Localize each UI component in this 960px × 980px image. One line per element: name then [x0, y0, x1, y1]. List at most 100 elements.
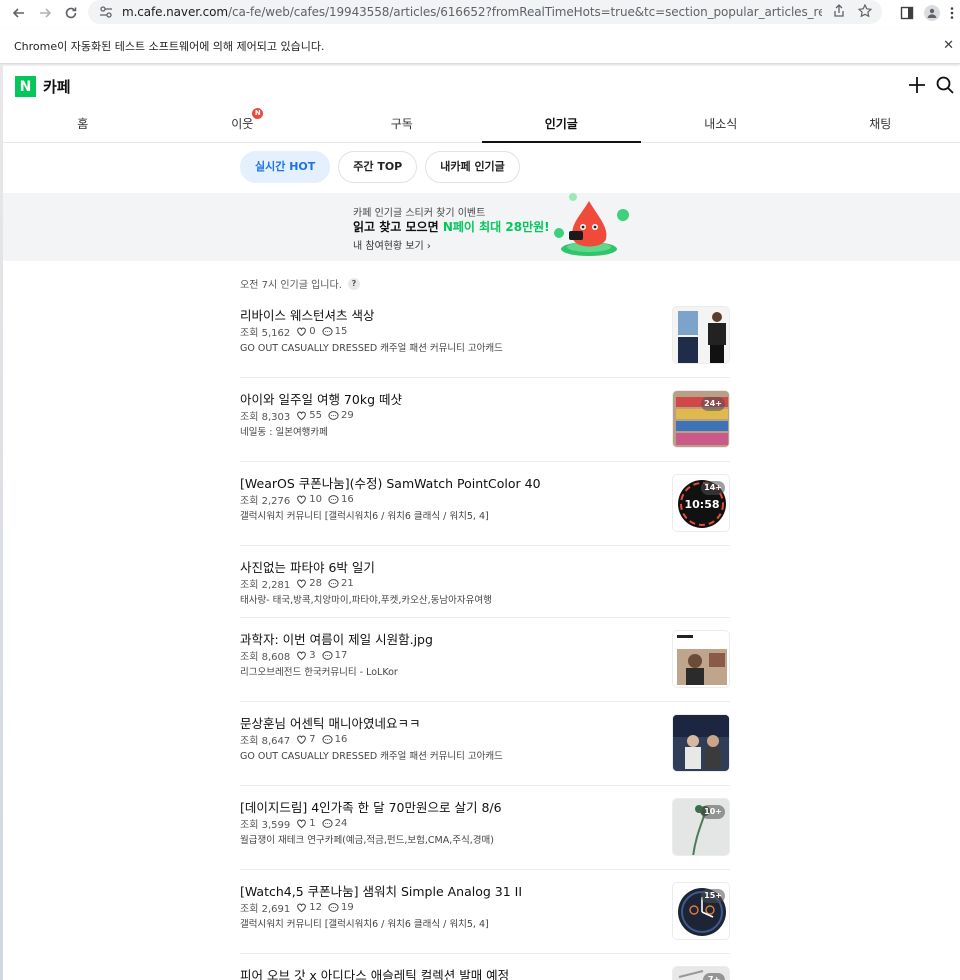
new-badge: N [252, 108, 264, 119]
post-thumbnail[interactable]: 15+ [672, 882, 730, 940]
chip-weekly-top[interactable]: 주간 TOP [338, 151, 418, 183]
back-button[interactable] [6, 0, 32, 26]
site-info-icon[interactable] [98, 4, 114, 20]
comment-count: 19 [340, 902, 354, 913]
view-count: 조회 3,599 [240, 820, 291, 831]
post-thumbnail[interactable] [672, 306, 730, 364]
browser-right-icons [900, 0, 954, 26]
banner-headline-a: 읽고 찾고 모으면 [353, 220, 443, 234]
share-icon[interactable] [832, 4, 846, 18]
naver-logo[interactable]: N [15, 76, 36, 97]
search-icon[interactable] [935, 75, 955, 95]
reload-icon [65, 7, 77, 19]
help-icon[interactable]: ? [347, 277, 360, 290]
url-host: m.cafe.naver.com [122, 5, 228, 19]
tab-my-news[interactable]: 내소식 [641, 106, 801, 142]
view-count: 조회 2,691 [240, 904, 291, 915]
post-thumbnail[interactable] [672, 714, 730, 772]
comment-icon [322, 651, 333, 660]
post-title[interactable]: 문상훈님 어센틱 매니아였네요ㅋㅋ [240, 713, 420, 732]
view-count: 조회 5,162 [240, 328, 291, 339]
post-item[interactable]: [WearOS 쿠폰나눔](수정) SamWatch PointColor 40… [240, 462, 730, 546]
post-thumbnail[interactable]: 24+ [672, 390, 730, 448]
post-title[interactable]: [WearOS 쿠폰나눔](수정) SamWatch PointColor 40 [240, 473, 541, 492]
banner-headline: 읽고 찾고 모으면 N페이 최대 28만원! [353, 218, 550, 235]
view-count: 조회 8,647 [240, 736, 291, 747]
cafe-header: N 카페 [3, 66, 960, 106]
cafe-name[interactable]: 갤럭시워치 커뮤니티 [갤럭시워치6 / 워치6 클래식 / 워치5, 4] [240, 508, 489, 522]
forward-button[interactable] [32, 0, 58, 26]
post-title[interactable]: [데이지드림] 4인가족 한 달 70만원으로 살기 8/6 [240, 797, 502, 816]
post-stats: 조회 2,281 28 21 [240, 576, 354, 591]
post-item[interactable]: 아이와 일주일 여행 70kg 떼샷 조회 8,303 55 29 네일동 : … [240, 378, 730, 462]
tab-popular[interactable]: 인기글 [481, 106, 642, 143]
address-bar[interactable]: m.cafe.naver.com/ca-fe/web/cafes/1994355… [88, 0, 882, 24]
svg-text:10:58: 10:58 [684, 498, 719, 511]
comment-icon [328, 411, 339, 420]
side-panel-icon[interactable] [900, 6, 914, 20]
tab-chat[interactable]: 채팅 [801, 106, 960, 142]
profile-avatar[interactable] [924, 5, 940, 21]
cafe-name[interactable]: 네일동 : 일본여행카페 [240, 424, 328, 438]
plus-icon[interactable] [907, 75, 927, 95]
tab-neighbors[interactable]: 이웃 N [163, 106, 323, 142]
heart-icon [297, 411, 307, 421]
cafe-name[interactable]: GO OUT CASUALLY DRESSED 캐주얼 패션 커뮤니티 고아캐드 [240, 340, 503, 354]
post-thumbnail[interactable]: 10+ [672, 798, 730, 856]
heart-icon [297, 903, 307, 913]
kebab-menu-icon[interactable] [950, 6, 954, 20]
post-thumbnail[interactable]: 10:58 14+ [672, 474, 730, 532]
post-title[interactable]: 리바이스 웨스턴셔츠 색상 [240, 305, 374, 324]
view-count: 조회 2,281 [240, 580, 291, 591]
heart-icon [297, 327, 307, 337]
main-tabs: 홈 이웃 N 구독 인기글 내소식 채팅 [3, 106, 960, 143]
post-stats: 조회 2,276 10 16 [240, 492, 354, 507]
bookmark-star-icon[interactable] [858, 4, 872, 18]
cafe-name[interactable]: 갤럭시워치 커뮤니티 [갤럭시워치6 / 워치6 클래식 / 워치5, 4] [240, 916, 489, 930]
comment-count: 29 [340, 410, 354, 421]
post-title[interactable]: 사진없는 파타야 6박 일기 [240, 557, 375, 576]
banner-link[interactable]: 내 참여현황 보기 › [353, 237, 431, 252]
post-title[interactable]: 과학자: 이번 여름이 제일 시원함.jpg [240, 629, 433, 648]
post-title[interactable]: 아이와 일주일 여행 70kg 떼샷 [240, 389, 402, 408]
app-title[interactable]: 카페 [43, 76, 71, 97]
cafe-name[interactable]: 리그오브레전드 한국커뮤니티 - LoLKor [240, 664, 398, 678]
post-list: 리바이스 웨스턴셔츠 색상 조회 5,162 0 15 GO OUT CASUA… [240, 294, 730, 980]
post-stats: 조회 8,647 7 16 [240, 732, 347, 747]
like-count: 55 [309, 410, 322, 421]
post-item[interactable]: 문상훈님 어센틱 매니아였네요ㅋㅋ 조회 8,647 7 16 GO OUT C… [240, 702, 730, 786]
tab-label: 내소식 [704, 117, 738, 131]
cafe-name[interactable]: 월급쟁이 재테크 연구카페(예금,적금,펀드,보험,CMA,주식,경매) [240, 832, 494, 846]
post-item[interactable]: 리바이스 웨스턴셔츠 색상 조회 5,162 0 15 GO OUT CASUA… [240, 294, 730, 378]
event-banner[interactable]: 카페 인기글 스티커 찾기 이벤트 읽고 찾고 모으면 N페이 최대 28만원!… [3, 193, 960, 261]
post-title[interactable]: 피어 오브 갓 x 아디다스 애슬레틱 컬렉션 발매 예정 [240, 965, 509, 980]
post-item[interactable]: 과학자: 이번 여름이 제일 시원함.jpg 조회 8,608 3 17 리그오… [240, 618, 730, 702]
tab-subscriptions[interactable]: 구독 [322, 106, 482, 142]
image-count-badge: 24+ [701, 397, 725, 411]
post-thumbnail[interactable]: 7+ [672, 966, 730, 980]
post-thumbnail[interactable] [672, 630, 730, 688]
post-item[interactable]: [Watch4,5 쿠폰나눔] 샘워치 Simple Analog 31 II … [240, 870, 730, 954]
tab-home[interactable]: 홈 [3, 106, 163, 142]
post-title[interactable]: [Watch4,5 쿠폰나눔] 샘워치 Simple Analog 31 II [240, 881, 522, 900]
post-item[interactable]: [데이지드림] 4인가족 한 달 70만원으로 살기 8/6 조회 3,599 … [240, 786, 730, 870]
chip-my-cafe-popular[interactable]: 내카페 인기글 [425, 151, 520, 183]
banner-subtitle: 카페 인기글 스티커 찾기 이벤트 [353, 208, 486, 219]
image-count-badge: 10+ [701, 805, 725, 819]
comment-count: 16 [340, 494, 354, 505]
post-stats: 조회 2,691 12 19 [240, 900, 354, 915]
post-item[interactable]: 사진없는 파타야 6박 일기 조회 2,281 28 21 태사랑- 태국,방콕… [240, 546, 730, 618]
arrow-right-icon [40, 8, 52, 18]
post-stats: 조회 8,608 3 17 [240, 648, 347, 663]
url-path: /ca-fe/web/cafes/19943558/articles/61665… [228, 5, 822, 19]
reload-button[interactable] [58, 0, 84, 26]
cafe-name[interactable]: GO OUT CASUALLY DRESSED 캐주얼 패션 커뮤니티 고아캐드 [240, 748, 503, 762]
infobar-close-icon[interactable]: ✕ [943, 38, 954, 53]
image-count-badge: 7+ [703, 973, 725, 980]
cafe-name[interactable]: 태사랑- 태국,방콕,치앙마이,파타야,푸켓,카오산,동남아자유여행 [240, 592, 492, 606]
comment-count: 15 [334, 326, 348, 337]
heart-icon [297, 735, 307, 745]
post-item[interactable]: 피어 오브 갓 x 아디다스 애슬레틱 컬렉션 발매 예정 7+ [240, 954, 730, 980]
chip-realtime-hot[interactable]: 실시간 HOT [240, 151, 331, 183]
comment-count: 24 [334, 818, 348, 829]
